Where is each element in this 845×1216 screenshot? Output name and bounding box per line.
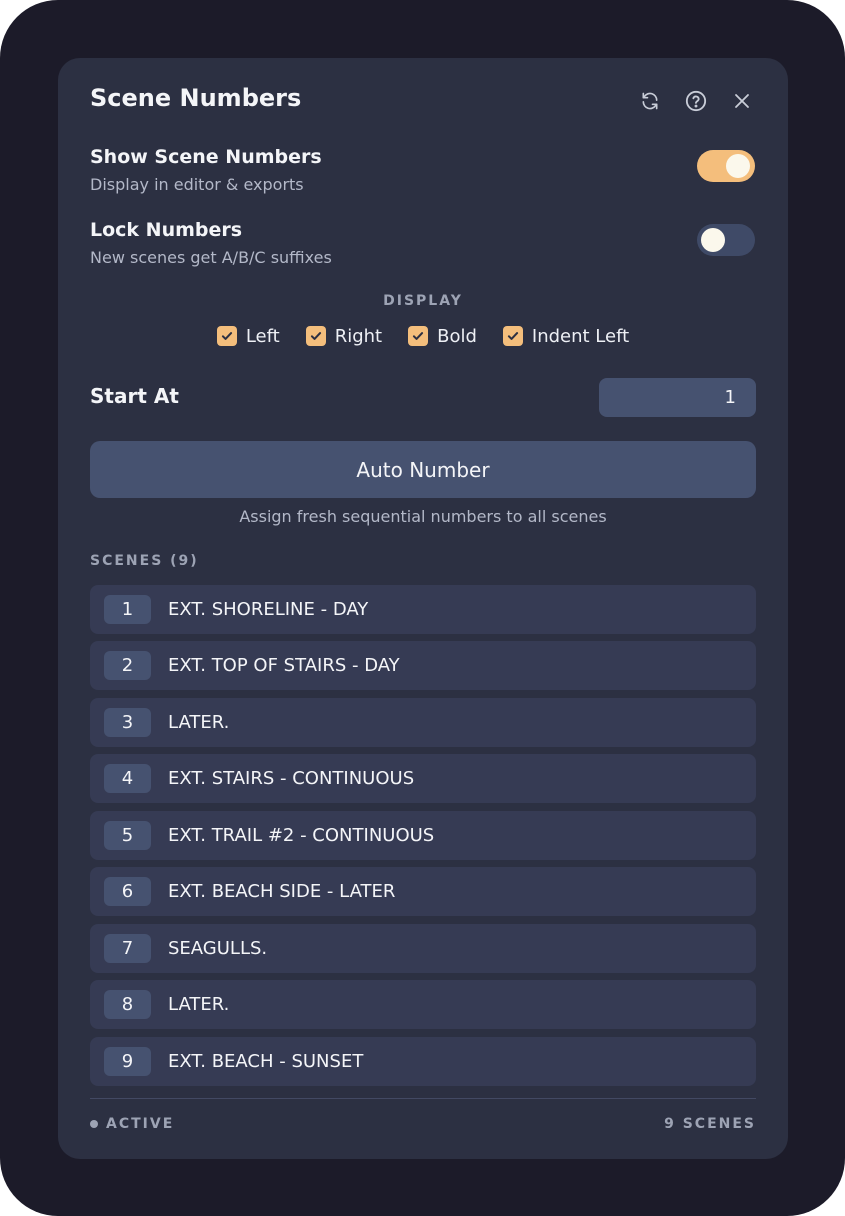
checkbox-checked-icon xyxy=(216,326,237,346)
auto-number-button[interactable]: Auto Number xyxy=(90,441,756,498)
display-option-label: Bold xyxy=(437,325,477,347)
checkbox-checked-icon xyxy=(408,326,429,346)
display-option-label: Right xyxy=(334,325,383,347)
lock-numbers-toggle[interactable] xyxy=(697,224,755,256)
device-frame: Scene Numbers Show Scene Numbers Display… xyxy=(0,0,845,1216)
display-option-right[interactable]: Right xyxy=(305,324,383,348)
scene-row[interactable]: 9 EXT. BEACH - SUNSET xyxy=(90,1037,756,1086)
scene-row[interactable]: 4 EXT. STAIRS - CONTINUOUS xyxy=(90,754,756,803)
scene-number-badge: 3 xyxy=(104,708,151,737)
scene-row[interactable]: 6 EXT. BEACH SIDE - LATER xyxy=(90,867,756,916)
lock-numbers-desc: New scenes get A/B/C suffixes xyxy=(90,248,332,267)
show-scene-numbers-title: Show Scene Numbers xyxy=(90,146,322,168)
status-text: ACTIVE xyxy=(106,1116,175,1132)
help-icon xyxy=(685,90,707,112)
scene-row[interactable]: 8 LATER. xyxy=(90,980,756,1029)
status-dot-icon xyxy=(90,1120,98,1128)
show-scene-numbers-toggle[interactable] xyxy=(697,150,755,182)
scenes-section-label: SCENES (9) xyxy=(90,553,199,569)
panel-title: Scene Numbers xyxy=(90,84,302,112)
footer-status: ACTIVE xyxy=(90,1116,174,1132)
display-option-indent-left[interactable]: Indent Left xyxy=(502,324,630,348)
scene-number-badge: 4 xyxy=(104,764,151,793)
scene-row[interactable]: 3 LATER. xyxy=(90,698,756,747)
scene-slugline: LATER. xyxy=(168,994,230,1015)
scene-row[interactable]: 7 SEAGULLS. xyxy=(90,924,756,973)
auto-number-help: Assign fresh sequential numbers to all s… xyxy=(239,507,607,526)
show-scene-numbers-desc: Display in editor & exports xyxy=(90,175,304,194)
lock-numbers-title: Lock Numbers xyxy=(90,219,243,241)
scene-count: 9 SCENES xyxy=(664,1116,756,1132)
scene-slugline: EXT. BEACH - SUNSET xyxy=(168,1051,364,1072)
display-option-label: Left xyxy=(245,325,280,347)
scene-slugline: SEAGULLS. xyxy=(168,938,268,959)
scene-number-badge: 2 xyxy=(104,651,151,680)
checkbox-checked-icon xyxy=(305,326,326,346)
display-option-bold[interactable]: Bold xyxy=(408,324,477,348)
display-option-left[interactable]: Left xyxy=(216,324,280,348)
toggle-knob xyxy=(726,154,750,178)
scene-slugline: EXT. TOP OF STAIRS - DAY xyxy=(168,655,400,676)
refresh-icon xyxy=(642,92,658,110)
start-at-label: Start At xyxy=(90,384,179,408)
scene-number-badge: 9 xyxy=(104,1047,151,1076)
toggle-knob xyxy=(701,228,725,252)
scene-slugline: EXT. BEACH SIDE - LATER xyxy=(168,881,396,902)
scene-slugline: LATER. xyxy=(168,712,230,733)
checkbox-checked-icon xyxy=(502,326,523,346)
close-button[interactable] xyxy=(730,89,754,113)
start-at-input[interactable] xyxy=(599,378,756,417)
scene-number-badge: 6 xyxy=(104,877,151,906)
scene-row[interactable]: 5 EXT. TRAIL #2 - CONTINUOUS xyxy=(90,811,756,860)
scene-numbers-panel: Scene Numbers Show Scene Numbers Display… xyxy=(58,58,788,1159)
scene-number-badge: 8 xyxy=(104,990,151,1019)
scene-number-badge: 7 xyxy=(104,934,151,963)
scene-slugline: EXT. TRAIL #2 - CONTINUOUS xyxy=(168,825,435,846)
display-options: Left Right Bold Indent Left xyxy=(58,324,788,348)
display-option-label: Indent Left xyxy=(531,325,630,347)
scene-row[interactable]: 2 EXT. TOP OF STAIRS - DAY xyxy=(90,641,756,690)
scene-number-badge: 5 xyxy=(104,821,151,850)
scene-slugline: EXT. STAIRS - CONTINUOUS xyxy=(168,768,415,789)
scene-slugline: EXT. SHORELINE - DAY xyxy=(168,599,369,620)
help-button[interactable] xyxy=(684,89,708,113)
footer-divider xyxy=(90,1098,756,1099)
refresh-button[interactable] xyxy=(638,89,662,113)
scene-row[interactable]: 1 EXT. SHORELINE - DAY xyxy=(90,585,756,634)
display-section-label: DISPLAY xyxy=(383,293,463,309)
close-icon xyxy=(735,94,749,108)
scene-number-badge: 1 xyxy=(104,595,151,624)
